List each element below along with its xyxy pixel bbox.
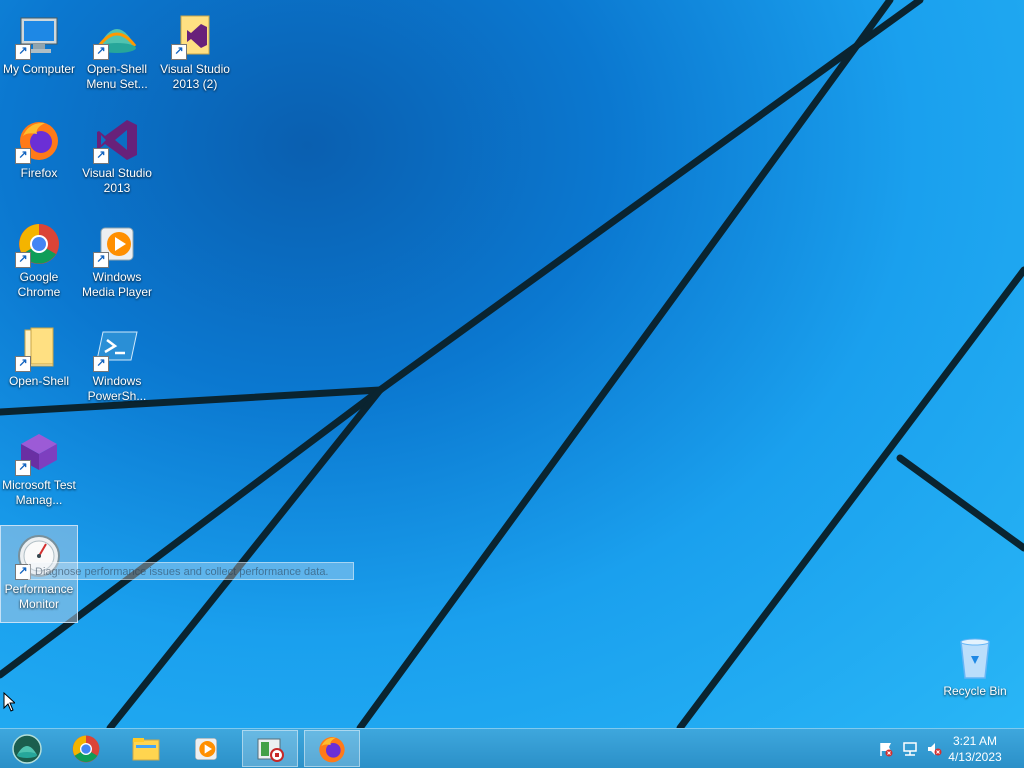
start-button[interactable]: [2, 730, 52, 767]
desktop-icon-recycle-bin[interactable]: Recycle Bin: [936, 628, 1014, 726]
shortcut-arrow-icon: ↗: [15, 44, 31, 60]
clock-time: 3:21 AM: [952, 734, 998, 748]
visual-studio-icon: ↗: [93, 116, 141, 164]
desktop-icon-microsoft-test-manager[interactable]: ↗ Microsoft Test Manag...: [0, 422, 78, 520]
taskbar-firefox-button[interactable]: [304, 730, 360, 767]
shortcut-arrow-icon: ↗: [93, 148, 109, 164]
folder-icon: ↗: [15, 324, 63, 372]
clock[interactable]: 3:21 AM 4/13/2023: [940, 733, 1010, 765]
computer-icon: ↗: [15, 12, 63, 60]
action-center-flag-icon[interactable]: [878, 741, 894, 757]
visual-studio-folder-icon: ↗: [171, 12, 219, 60]
shortcut-arrow-icon: ↗: [15, 356, 31, 372]
desktop[interactable]: ↗ My Computer ↗ Firefox ↗ Google Chrome …: [0, 0, 1024, 728]
mouse-cursor-icon: [3, 692, 15, 712]
taskbar-file-explorer-button[interactable]: [118, 730, 174, 767]
media-player-icon: [195, 737, 217, 760]
desktop-icon-windows-powershell[interactable]: ↗ Windows PowerSh...: [78, 318, 156, 416]
tooltip: Diagnose performance issues and collect …: [28, 562, 354, 580]
powershell-icon: ↗: [93, 324, 141, 372]
file-explorer-icon: [132, 737, 160, 760]
firefox-icon: [319, 736, 345, 762]
open-shell-icon: ↗: [93, 12, 141, 60]
shortcut-arrow-icon: ↗: [15, 252, 31, 268]
taskbar-performance-monitor-button[interactable]: [242, 730, 298, 767]
chrome-icon: [72, 735, 100, 762]
desktop-icon-firefox[interactable]: ↗ Firefox: [0, 110, 78, 208]
clock-date: 4/13/2023: [948, 750, 1002, 764]
shortcut-arrow-icon: ↗: [93, 252, 109, 268]
network-icon[interactable]: [902, 741, 918, 757]
system-tray: 3:21 AM 4/13/2023: [864, 729, 1024, 769]
taskbar: 3:21 AM 4/13/2023: [0, 728, 1024, 768]
recorder-icon: [257, 738, 284, 762]
shortcut-arrow-icon: ↗: [171, 44, 187, 60]
desktop-icon-visual-studio-2013-2[interactable]: ↗ Visual Studio 2013 (2): [156, 6, 234, 104]
desktop-icon-windows-media-player[interactable]: ↗ Windows Media Player: [78, 214, 156, 312]
open-shell-start-icon: [12, 733, 42, 764]
shortcut-arrow-icon: ↗: [15, 148, 31, 164]
recycle-bin-icon: [951, 634, 999, 682]
desktop-icon-open-shell[interactable]: ↗ Open-Shell: [0, 318, 78, 416]
desktop-icon-visual-studio-2013[interactable]: ↗ Visual Studio 2013: [78, 110, 156, 208]
shortcut-arrow-icon: ↗: [93, 44, 109, 60]
test-manager-icon: ↗: [15, 428, 63, 476]
taskbar-media-player-button[interactable]: [178, 730, 234, 767]
shortcut-arrow-icon: ↗: [93, 356, 109, 372]
desktop-icon-open-shell-menu-settings[interactable]: ↗ Open-Shell Menu Set...: [78, 6, 156, 104]
chrome-icon: ↗: [15, 220, 63, 268]
taskbar-chrome-button[interactable]: [58, 730, 114, 767]
media-player-icon: ↗: [93, 220, 141, 268]
desktop-icon-my-computer[interactable]: ↗ My Computer: [0, 6, 78, 104]
firefox-icon: ↗: [15, 116, 63, 164]
desktop-icon-google-chrome[interactable]: ↗ Google Chrome: [0, 214, 78, 312]
shortcut-arrow-icon: ↗: [15, 460, 31, 476]
